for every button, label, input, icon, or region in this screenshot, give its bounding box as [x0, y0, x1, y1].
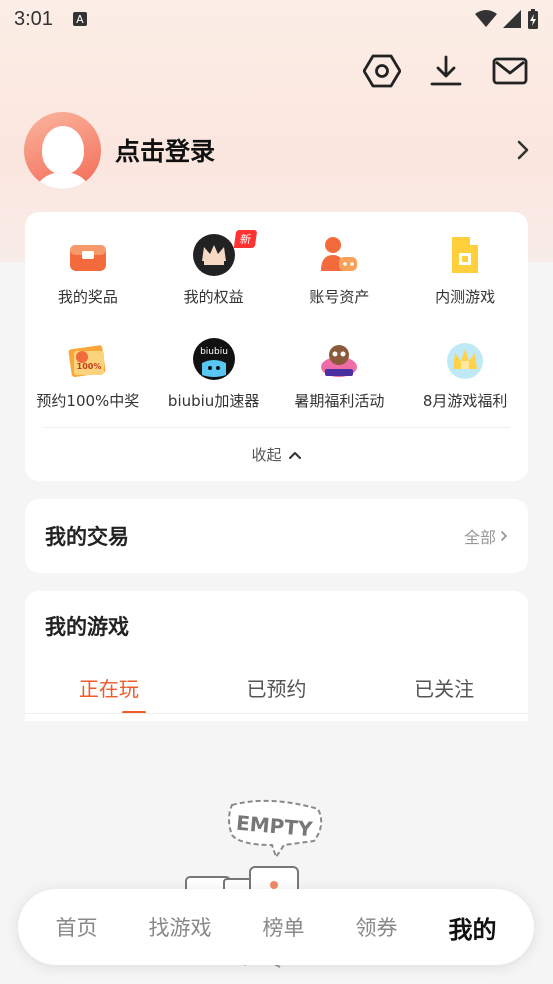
games-title: 我的游戏 [45, 615, 129, 639]
avatar-face [42, 125, 84, 174]
prize-box-icon [65, 232, 111, 278]
wifi-icon [475, 10, 497, 27]
avatar[interactable] [24, 111, 101, 189]
grid-label: 预约100%中奖 [36, 392, 140, 410]
grid-label: biubiu加速器 [167, 392, 260, 410]
status-time: 3:01 [14, 7, 53, 30]
svg-text:biubiu: biubiu [200, 347, 228, 357]
signal-icon [503, 10, 521, 28]
svg-text:100%: 100% [77, 362, 102, 371]
quick-entry-card: 我的奖品 新 我的权益 账号资产 内测游戏 100% 预约100%中奖 biub… [25, 212, 528, 481]
avatar-body [36, 171, 90, 189]
grid-item-prizes[interactable]: 我的奖品 [25, 232, 151, 336]
nav-home[interactable]: 首页 [56, 912, 98, 942]
grid-label: 8月游戏福利 [422, 392, 508, 410]
status-icons [475, 9, 539, 29]
tab-playing[interactable]: 正在玩 [25, 673, 193, 702]
nav-mine[interactable]: 我的 [449, 910, 497, 945]
grid-item-august-welfare[interactable]: 8月游戏福利 [402, 336, 528, 440]
view-all-trades[interactable]: 全部 [464, 524, 508, 548]
quick-entry-grid: 我的奖品 新 我的权益 账号资产 内测游戏 100% 预约100%中奖 biub… [25, 212, 528, 440]
beta-game-icon [442, 232, 488, 278]
chevron-right-icon [501, 531, 507, 541]
nav-find-games[interactable]: 找游戏 [149, 912, 212, 942]
trade-title: 我的交易 [45, 525, 129, 549]
profile-login-row[interactable]: 点击登录 [24, 111, 530, 189]
bottom-nav: 首页 找游戏 榜单 领券 我的 [18, 889, 534, 965]
my-games-card: 我的游戏 正在玩 已预约 已关注 [25, 591, 528, 721]
grid-label: 账号资产 [309, 288, 370, 306]
my-trades-card[interactable]: 我的交易 全部 [25, 499, 528, 573]
chevron-right-icon[interactable] [516, 139, 530, 161]
biubiu-accelerator-icon: biubiu [191, 336, 237, 382]
games-tabs: 正在玩 已预约 已关注 [25, 673, 528, 702]
collapse-button[interactable]: 收起 [25, 444, 528, 465]
mail-icon[interactable] [491, 52, 529, 90]
new-badge: 新 [233, 230, 257, 248]
grid-item-biubiu[interactable]: biubiu biubiu加速器 [151, 336, 277, 440]
tabs-divider [25, 713, 528, 714]
chevron-up-icon [288, 451, 301, 459]
tab-followed[interactable]: 已关注 [360, 673, 528, 702]
top-actions [363, 52, 529, 90]
status-bar: 3:01 A [0, 0, 553, 38]
divider [43, 427, 510, 428]
all-label: 全部 [463, 528, 496, 547]
grid-label: 我的权益 [183, 288, 244, 306]
grid-label: 暑期福利活动 [294, 392, 385, 410]
text-a-icon: A [72, 12, 87, 26]
reservation-reward-icon: 100% [65, 336, 111, 382]
august-welfare-icon [442, 336, 488, 382]
summer-event-icon [316, 336, 362, 382]
collapse-label: 收起 [251, 446, 282, 464]
grid-label: 内测游戏 [435, 288, 496, 306]
grid-item-benefits[interactable]: 新 我的权益 [151, 230, 277, 336]
grid-item-account-assets[interactable]: 账号资产 [277, 232, 403, 336]
grid-item-summer-event[interactable]: 暑期福利活动 [277, 336, 403, 440]
crown-avatar-icon: 新 [191, 230, 257, 278]
nav-rankings[interactable]: 榜单 [263, 912, 305, 942]
account-asset-icon [316, 232, 362, 278]
grid-item-beta-games[interactable]: 内测游戏 [402, 232, 528, 336]
login-text[interactable]: 点击登录 [115, 132, 215, 168]
nav-coupons[interactable]: 领券 [356, 912, 398, 942]
tab-reserved[interactable]: 已预约 [193, 673, 361, 702]
grid-item-reservation-reward[interactable]: 100% 预约100%中奖 [25, 336, 151, 440]
download-icon[interactable] [427, 52, 465, 90]
settings-hex-icon[interactable] [363, 52, 401, 90]
battery-icon [528, 9, 538, 29]
grid-label: 我的奖品 [57, 288, 118, 306]
